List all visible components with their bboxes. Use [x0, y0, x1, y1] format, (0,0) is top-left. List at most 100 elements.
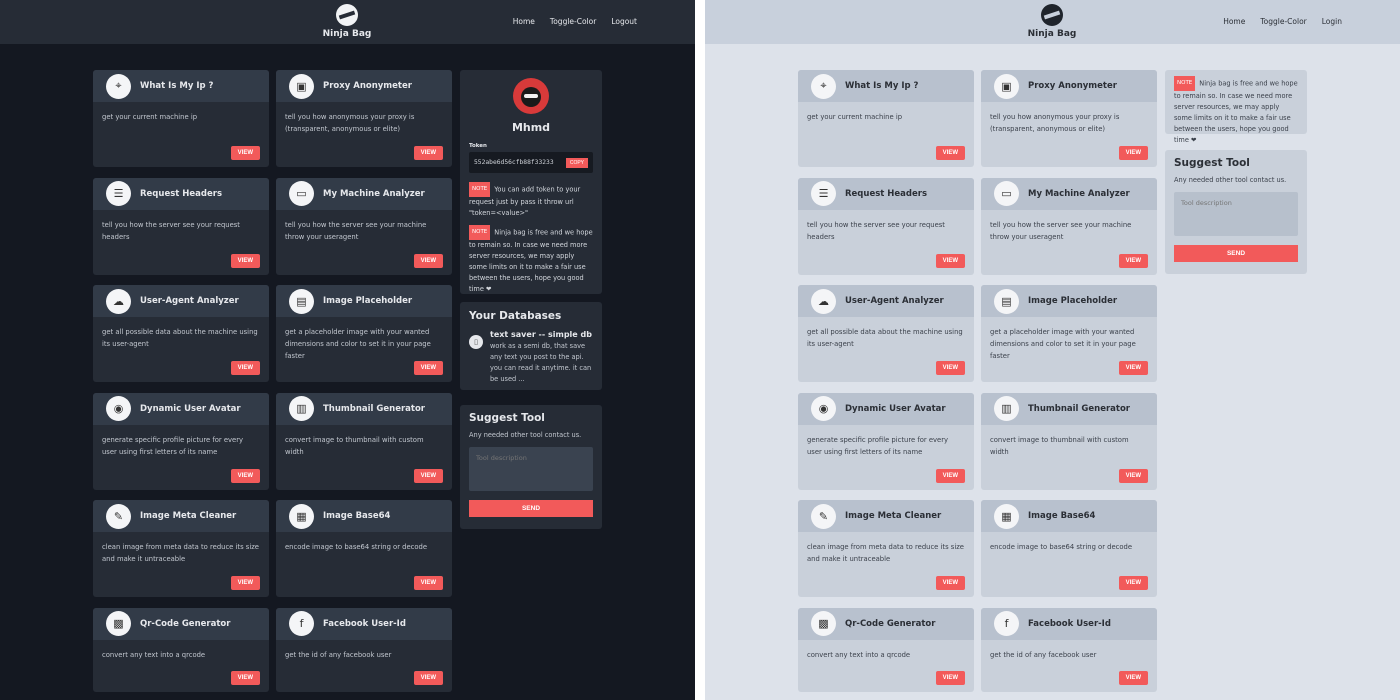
tool-card-title: Proxy Anonymeter: [1028, 81, 1117, 91]
view-tool-button[interactable]: VIEW: [935, 468, 965, 483]
view-tool-button[interactable]: VIEW: [1118, 576, 1148, 590]
tool-card[interactable]: ▥ Thumbnail Generator convert image to thu…: [276, 392, 452, 490]
tool-card[interactable]: ▩ Qr-Code Generator convert any text into …: [798, 607, 974, 692]
tool-card-header: ▩ Qr-Code Generator: [798, 607, 974, 640]
view-tool-button[interactable]: VIEW: [230, 670, 260, 685]
view-tool-button[interactable]: VIEW: [1118, 361, 1148, 375]
proxy-icon: ▣: [994, 73, 1019, 99]
tool-card-description: get all possible data about the machine …: [807, 328, 963, 348]
tool-card[interactable]: ⌖ What Is My Ip ? get your current machine…: [93, 70, 269, 167]
tool-card[interactable]: ▤ Image Placeholder get a placeholder imag…: [276, 285, 452, 382]
tool-card-description: clean image from meta data to reduce its…: [102, 543, 259, 563]
tool-card-description: tell you how the server see your request…: [102, 220, 240, 241]
view-tool-button[interactable]: VIEW: [413, 670, 443, 685]
tool-card[interactable]: ▦ Image Base64 encode image to base64 stri…: [981, 500, 1157, 597]
view-tool-button[interactable]: VIEW: [935, 361, 965, 375]
tool-card[interactable]: f Facebook User-Id get the id of any faceb…: [981, 607, 1157, 692]
tool-card[interactable]: ▩ Qr-Code Generator convert any text into …: [93, 607, 269, 692]
tool-card-description: generate specific profile picture for ev…: [807, 435, 949, 456]
view-tool-button[interactable]: VIEW: [935, 576, 965, 590]
tool-card-title: My Machine Analyzer: [323, 188, 425, 199]
send-suggestion-button[interactable]: SEND: [1174, 245, 1298, 262]
tool-card[interactable]: ☰ Request Headers tell you how the server …: [798, 177, 974, 275]
tool-description-input[interactable]: [469, 447, 593, 491]
avatar-icon: ◉: [106, 396, 131, 421]
view-tool-button[interactable]: VIEW: [230, 576, 260, 590]
view-tool-button[interactable]: VIEW: [935, 253, 965, 268]
ip-icon: ⌖: [811, 73, 836, 99]
tool-card[interactable]: ▤ Image Placeholder get a placeholder imag…: [981, 285, 1157, 382]
view-tool-button[interactable]: VIEW: [413, 253, 443, 268]
ninja-logo-icon: [336, 4, 358, 26]
ip-icon: ⌖: [106, 73, 131, 99]
view-tool-button[interactable]: VIEW: [935, 146, 965, 160]
machine-icon: ▭: [289, 181, 314, 206]
token-value[interactable]: 552abe6d56cfb88f33233: [474, 159, 554, 166]
view-tool-button[interactable]: VIEW: [1118, 253, 1148, 268]
nav-home-link[interactable]: Home: [513, 17, 535, 26]
database-item[interactable]: ▯ text saver -- simple db work as a semi…: [469, 330, 593, 385]
view-tool-button[interactable]: VIEW: [1118, 468, 1148, 483]
avatar-icon: ◉: [811, 396, 836, 421]
tool-card[interactable]: ☁ User-Agent Analyzer get all possible dat…: [798, 285, 974, 382]
view-tool-button[interactable]: VIEW: [230, 146, 260, 160]
nav-toggle-color-link[interactable]: Toggle-Color: [550, 17, 596, 26]
tool-card-description: tell you how anonymous your proxy is (tr…: [990, 113, 1120, 133]
tool-card-title: Dynamic User Avatar: [845, 403, 946, 414]
view-tool-button[interactable]: VIEW: [230, 361, 260, 375]
nav-toggle-color-link[interactable]: Toggle-Color: [1260, 17, 1306, 26]
tool-card[interactable]: ⌖ What Is My Ip ? get your current machine…: [798, 70, 974, 167]
facebook-icon: f: [289, 611, 314, 636]
suggest-tool-panel: Suggest Tool Any needed other tool conta…: [1165, 150, 1307, 274]
view-tool-button[interactable]: VIEW: [413, 361, 443, 375]
tool-card[interactable]: ✎ Image Meta Cleaner clean image from meta…: [798, 500, 974, 597]
nav-logout-link[interactable]: Logout: [611, 17, 637, 26]
tool-card-title: Image Base64: [1028, 511, 1096, 521]
tool-card[interactable]: ▣ Proxy Anonymeter tell you how anonymous …: [981, 70, 1157, 167]
tool-card-description: get all possible data about the machine …: [102, 328, 258, 348]
tool-card-description: tell you how anonymous your proxy is (tr…: [285, 113, 415, 133]
tool-card[interactable]: ☁ User-Agent Analyzer get all possible dat…: [93, 285, 269, 382]
tool-card-title: What Is My Ip ?: [140, 81, 214, 91]
tool-card-description: get the id of any facebook user: [990, 650, 1097, 659]
tool-card[interactable]: ▭ My Machine Analyzer tell you how the ser…: [276, 177, 452, 275]
view-tool-button[interactable]: VIEW: [935, 670, 965, 685]
view-tool-button[interactable]: VIEW: [230, 253, 260, 268]
view-tool-button[interactable]: VIEW: [413, 146, 443, 160]
send-suggestion-button[interactable]: SEND: [469, 500, 593, 517]
tool-card[interactable]: ◉ Dynamic User Avatar generate specific pr…: [798, 392, 974, 490]
nav-login-link[interactable]: Login: [1322, 17, 1342, 26]
view-tool-button[interactable]: VIEW: [230, 468, 260, 483]
tool-card[interactable]: f Facebook User-Id get the id of any faceb…: [276, 607, 452, 692]
view-tool-button[interactable]: VIEW: [413, 468, 443, 483]
copy-token-button[interactable]: COPY: [565, 157, 588, 168]
tool-card[interactable]: ✎ Image Meta Cleaner clean image from meta…: [93, 500, 269, 597]
tool-card[interactable]: ☰ Request Headers tell you how the server …: [93, 177, 269, 275]
machine-icon: ▭: [994, 181, 1019, 206]
tool-card-header: ▣ Proxy Anonymeter: [981, 70, 1157, 102]
database-item-desc: work as a semi db, that save any text yo…: [490, 342, 592, 383]
nav-home-link[interactable]: Home: [1223, 17, 1245, 26]
tool-card-description: clean image from meta data to reduce its…: [807, 543, 964, 563]
tool-description-input[interactable]: [1174, 192, 1298, 236]
tool-card-description: get your current machine ip: [102, 113, 198, 121]
tool-card-header: ✎ Image Meta Cleaner: [93, 500, 269, 532]
view-tool-button[interactable]: VIEW: [1118, 146, 1148, 160]
brand[interactable]: Ninja Bag: [322, 4, 372, 39]
nav-links: Home Toggle-Color Login: [1223, 17, 1342, 26]
profile-panel: Mhmd Token 552abe6d56cfb88f33233 COPY NO…: [460, 70, 602, 294]
tool-card-description: tell you how the server see your machine…: [285, 220, 427, 241]
tool-card[interactable]: ▣ Proxy Anonymeter tell you how anonymous …: [276, 70, 452, 167]
ninja-logo-icon: [1041, 4, 1063, 26]
view-tool-button[interactable]: VIEW: [413, 576, 443, 590]
tool-card-description: encode image to base64 string or decode: [990, 543, 1133, 551]
fair-use-note: NOTE Ninja bag is free and we hope to rem…: [1174, 76, 1298, 146]
tool-card-description: get the id of any facebook user: [285, 650, 392, 659]
brand[interactable]: Ninja Bag: [1027, 4, 1077, 39]
view-tool-button[interactable]: VIEW: [1118, 670, 1148, 685]
tool-card[interactable]: ◉ Dynamic User Avatar generate specific pr…: [93, 392, 269, 490]
tool-card[interactable]: ▥ Thumbnail Generator convert image to thu…: [981, 392, 1157, 490]
suggest-tool-title: Suggest Tool: [469, 412, 545, 424]
tool-card[interactable]: ▦ Image Base64 encode image to base64 stri…: [276, 500, 452, 597]
tool-card[interactable]: ▭ My Machine Analyzer tell you how the ser…: [981, 177, 1157, 275]
